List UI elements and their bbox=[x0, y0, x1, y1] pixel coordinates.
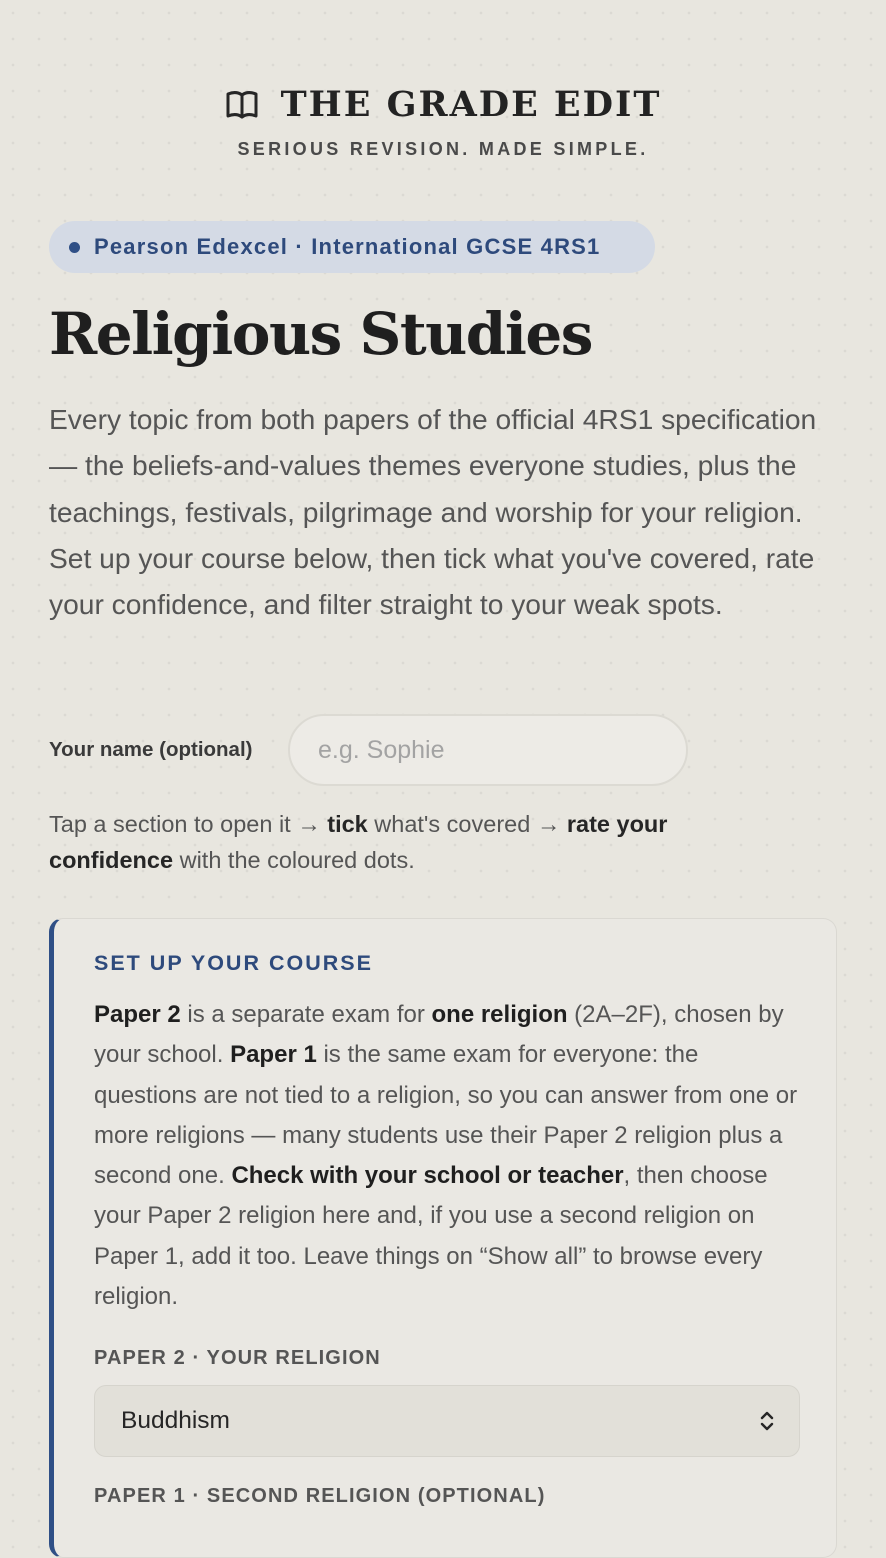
intro-paragraph: Every topic from both papers of the offi… bbox=[49, 403, 817, 621]
brand-header: THE GRADE EDIT SERIOUS REVISION. MADE SI… bbox=[49, 84, 837, 160]
hint-text-3: with the coloured dots. bbox=[173, 847, 415, 873]
exam-board-badge: Pearson Edexcel · International GCSE 4RS… bbox=[49, 221, 655, 273]
name-label: Your name (optional) bbox=[49, 738, 253, 761]
name-input[interactable] bbox=[288, 714, 688, 786]
setup-heading: SET UP YOUR COURSE bbox=[94, 951, 373, 975]
paper2-religion-value: Buddhism bbox=[121, 1407, 230, 1434]
hint-text-2: what's covered → bbox=[367, 811, 567, 837]
brand-title: THE GRADE EDIT bbox=[280, 84, 662, 125]
paper2-religion-label: PAPER 2 · YOUR RELIGION bbox=[94, 1347, 381, 1369]
hint-text-1: Tap a section to open it → bbox=[49, 811, 328, 837]
brand-tagline: SERIOUS REVISION. MADE SIMPLE. bbox=[237, 138, 649, 159]
setup-bold-one-religion: one religion bbox=[431, 1001, 568, 1028]
setup-bold-paper2: Paper 2 bbox=[94, 1001, 181, 1028]
open-book-icon bbox=[226, 90, 258, 118]
setup-body: Paper 2 is a separate exam for one relig… bbox=[94, 995, 800, 1317]
paper2-religion-select[interactable]: Buddhism bbox=[94, 1385, 800, 1457]
hint-tick: tick bbox=[327, 811, 368, 837]
setup-bold-check: Check with your school or teacher bbox=[231, 1162, 624, 1190]
badge-text: Pearson Edexcel · International GCSE 4RS… bbox=[94, 234, 601, 259]
setup-bold-paper1: Paper 1 bbox=[230, 1041, 317, 1069]
name-row: Your name (optional) bbox=[49, 714, 688, 786]
paper1-second-religion-label: PAPER 1 · SECOND RELIGION (OPTIONAL) bbox=[94, 1485, 546, 1507]
page-title: Religious Studies bbox=[49, 300, 593, 368]
setup-course-card: SET UP YOUR COURSE Paper 2 is a separate… bbox=[49, 918, 837, 1558]
badge-dot-icon bbox=[69, 241, 80, 253]
setup-text-1: is a separate exam for bbox=[180, 1001, 432, 1028]
instructions-hint: Tap a section to open it → tick what's c… bbox=[49, 806, 769, 878]
chevron-up-down-icon bbox=[760, 1411, 774, 1431]
brand-row: THE GRADE EDIT bbox=[225, 84, 662, 125]
